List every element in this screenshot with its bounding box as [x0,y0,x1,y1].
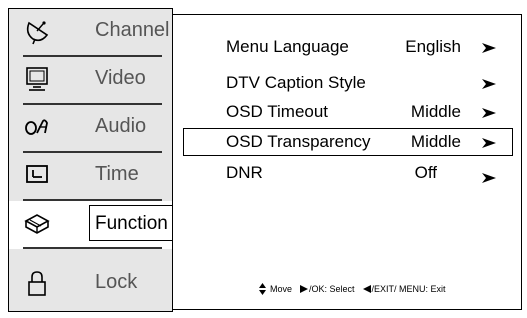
lock-icon [28,271,46,296]
sidebar-item-lock[interactable]: Lock [9,261,174,309]
row-label: OSD Transparency [226,132,371,151]
hint-exit: /EXIT/ MENU: Exit [371,284,446,294]
row-value: Middle [410,132,461,151]
row-value: English [405,37,461,56]
row-label: DNR [226,163,263,182]
sidebar-item-label: Video [95,67,146,89]
menu-row-dtv-caption-style[interactable]: DTV Caption Style [183,69,513,97]
menu-row-dnr[interactable]: DNR Off [183,159,513,187]
row-label: Menu Language [226,37,349,56]
sidebar-item-label: Audio [95,115,147,137]
sidebar-item-label: Channel [95,19,170,41]
row-value: Middle [410,102,461,121]
menu-row-osd-timeout[interactable]: OSD Timeout Middle [183,98,513,126]
osd-menu: Channel Video Audio Time Function Lock M… [0,0,527,318]
arrow-right-icon [482,138,496,148]
row-value: Off [414,163,437,182]
left-arrow-icon [362,285,371,293]
sidebar-item-audio[interactable]: Audio [9,105,174,153]
hint-move: Move [270,284,293,294]
audio-icon [25,119,48,135]
menu-row-menu-language[interactable]: Menu Language English [183,33,513,61]
clock-icon [26,165,48,183]
arrow-right-icon [482,108,496,118]
menu-row-osd-transparency[interactable]: OSD Transparency Middle [183,128,513,156]
row-label: OSD Timeout [226,102,329,121]
arrow-right-icon [482,43,496,53]
sidebar-item-label: Lock [95,271,138,293]
hint-select: /OK: Select [309,284,355,294]
divider [23,247,162,249]
arrow-right-icon [482,79,496,89]
sidebar-item-channel[interactable]: Channel [9,9,174,57]
key-hint-bar: Move /OK: Select /EXIT/ MENU: Exit [259,283,446,295]
up-down-arrow-icon [259,283,266,295]
play-arrow-icon [300,285,309,293]
row-label: DTV Caption Style [226,73,366,92]
toolbox-icon [24,214,50,234]
sidebar: Channel Video Audio Time Function Lock [8,8,175,312]
arrow-right-icon [482,173,496,183]
monitor-icon [26,67,48,91]
settings-panel: Menu Language English DTV Caption Style … [172,14,522,310]
sidebar-item-function[interactable]: Function [9,201,175,249]
sidebar-item-time[interactable]: Time [9,153,174,201]
satellite-dish-icon [26,21,49,45]
sidebar-item-video[interactable]: Video [9,57,174,105]
sidebar-item-label: Function [95,213,168,234]
sidebar-item-label: Time [95,163,139,185]
